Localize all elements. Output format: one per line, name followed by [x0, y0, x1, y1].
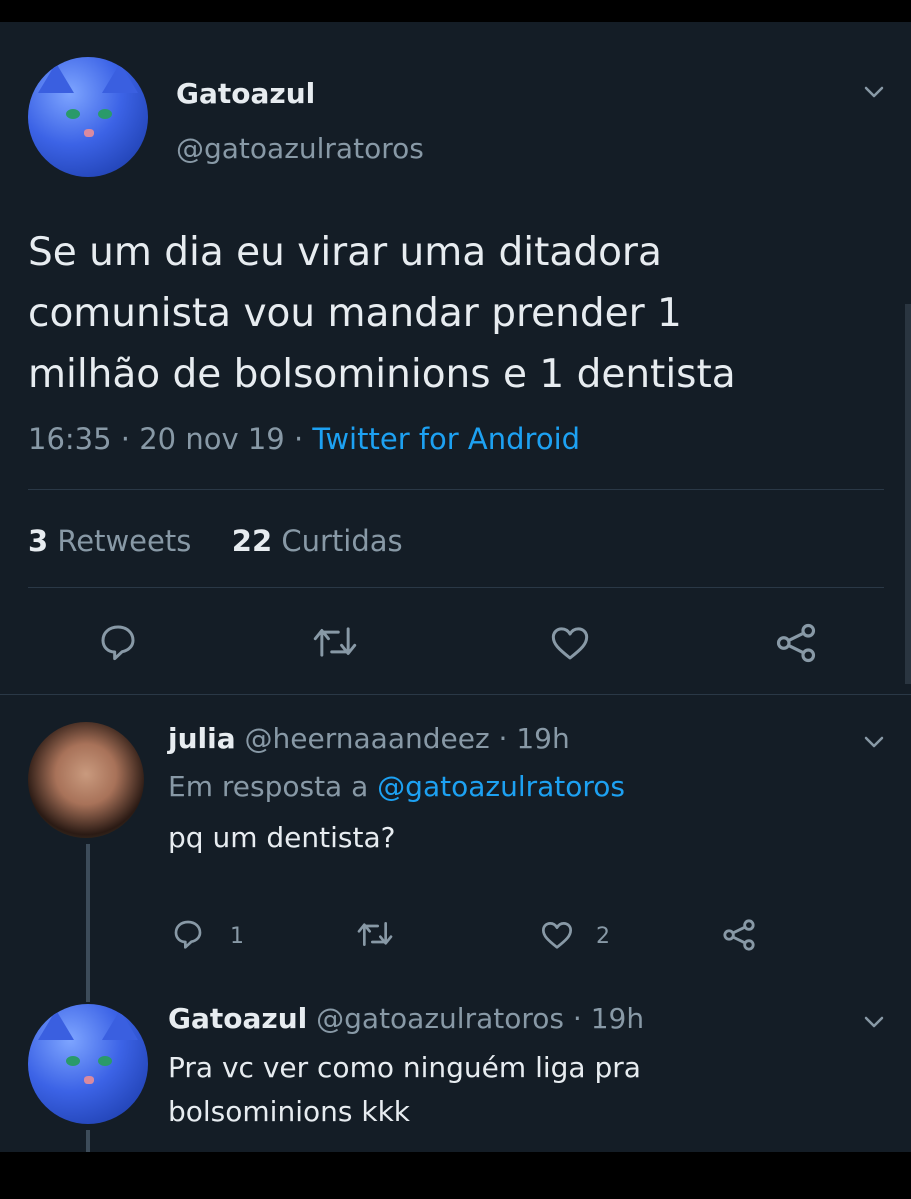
- thread-line: [86, 844, 90, 1002]
- reply-time: 19h: [590, 1002, 645, 1035]
- reply-author-name: julia: [168, 722, 236, 755]
- tweet-text-line: Se um dia eu virar uma ditadora: [28, 230, 662, 275]
- reply-icon[interactable]: [98, 622, 138, 662]
- author-avatar[interactable]: [28, 57, 148, 177]
- reply-count: 1: [230, 924, 244, 949]
- reply-author[interactable]: Gatoazul @gatoazulratoros · 19h: [168, 1002, 644, 1035]
- retweets-count: 3: [28, 524, 49, 558]
- reply-icon[interactable]: [172, 918, 204, 950]
- tweet-text-line: milhão de bolsominions e 1 dentista: [28, 352, 736, 397]
- reply-text: pq um dentista?: [168, 821, 396, 854]
- tweet-screen: Gatoazul @gatoazulratoros Se um dia eu v…: [0, 22, 911, 1152]
- reply-mention-link[interactable]: @gatoazulratoros: [377, 770, 625, 803]
- likes-count: 22: [231, 524, 273, 558]
- reply-prefix: Em resposta a: [168, 770, 369, 803]
- reply-text: Pra vc ver como ninguém liga pra bolsomi…: [168, 1046, 641, 1134]
- author-name[interactable]: Gatoazul: [176, 77, 315, 110]
- chevron-down-icon[interactable]: [862, 730, 886, 754]
- divider: [28, 587, 884, 588]
- chevron-down-icon[interactable]: [862, 1010, 886, 1034]
- thread-line: [86, 1130, 90, 1152]
- meta-separator: ·: [498, 722, 517, 755]
- reply-author[interactable]: julia @heernaaandeez · 19h: [168, 722, 570, 755]
- reply-text-line: Pra vc ver como ninguém liga pra: [168, 1051, 641, 1084]
- meta-separator: ·: [120, 422, 140, 456]
- tweet-stats: 3 Retweets 22 Curtidas: [28, 524, 403, 558]
- chevron-down-icon[interactable]: [862, 80, 886, 104]
- like-count: 2: [596, 924, 610, 949]
- meta-separator: ·: [572, 1002, 591, 1035]
- tweet-time: 16:35: [28, 422, 112, 456]
- reply-author-handle: @gatoazulratoros: [316, 1002, 564, 1035]
- reply-text-line: bolsominions kkk: [168, 1095, 410, 1128]
- tweet-text: Se um dia eu virar uma ditadora comunist…: [28, 222, 888, 405]
- likes-label: Curtidas: [281, 524, 403, 558]
- share-icon[interactable]: [775, 622, 817, 664]
- heart-icon[interactable]: [550, 624, 590, 662]
- retweet-icon[interactable]: [356, 918, 394, 950]
- scrollbar[interactable]: [905, 304, 911, 684]
- meta-separator: ·: [293, 422, 313, 456]
- tweet-text-line: comunista vou mandar prender 1: [28, 291, 682, 336]
- retweets-label: Retweets: [57, 524, 192, 558]
- author-handle[interactable]: @gatoazulratoros: [176, 132, 424, 165]
- divider: [28, 489, 884, 490]
- tweet-source-link[interactable]: Twitter for Android: [312, 422, 580, 456]
- share-icon[interactable]: [722, 918, 756, 952]
- tweet-date: 20 nov 19: [139, 422, 285, 456]
- retweets-stat[interactable]: 3 Retweets: [28, 524, 191, 558]
- divider: [0, 694, 911, 695]
- retweet-icon[interactable]: [312, 622, 358, 662]
- reply-avatar[interactable]: [28, 1004, 148, 1124]
- reply-author-name: Gatoazul: [168, 1002, 308, 1035]
- heart-icon[interactable]: [540, 920, 574, 950]
- reply-avatar[interactable]: [28, 722, 144, 838]
- reply-time: 19h: [516, 722, 570, 755]
- likes-stat[interactable]: 22 Curtidas: [232, 524, 403, 558]
- reply-context: Em resposta a @gatoazulratoros: [168, 770, 625, 803]
- reply-author-handle: @heernaaandeez: [244, 722, 490, 755]
- tweet-meta: 16:35 · 20 nov 19 · Twitter for Android: [28, 422, 580, 456]
